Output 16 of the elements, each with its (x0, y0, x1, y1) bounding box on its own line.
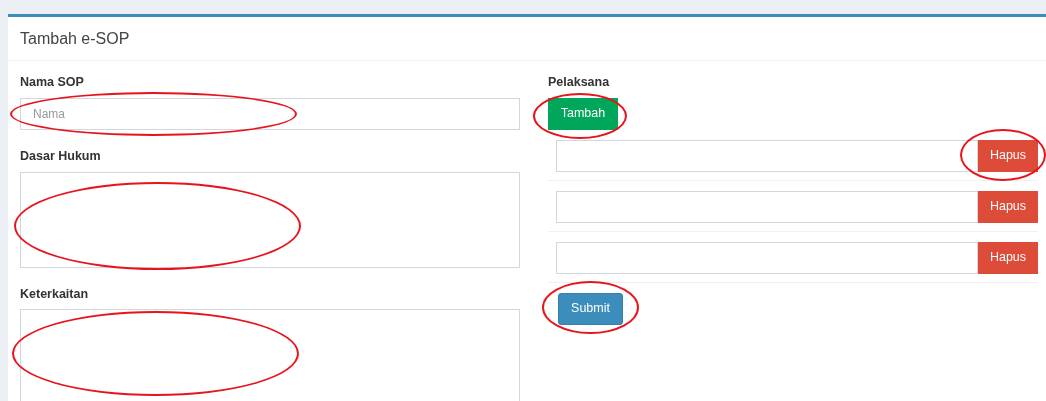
submit-button[interactable]: Submit (558, 292, 623, 325)
field-label: Dasar Hukum (20, 147, 102, 165)
delete-button[interactable]: Hapus (978, 190, 1038, 223)
delete-button[interactable]: Hapus (978, 241, 1038, 274)
legal-basis-textarea[interactable] (20, 171, 520, 268)
executor-input[interactable] (556, 139, 978, 172)
add-button[interactable]: Tambah (548, 97, 618, 130)
executor-input[interactable] (556, 190, 978, 223)
field-label: Pelaksana (548, 74, 611, 91)
executor-input[interactable] (556, 241, 978, 274)
field-label: Nama SOP (20, 74, 85, 91)
field-label: Keterkaitan (20, 285, 90, 303)
panel-title: Tambah e-SOP (20, 28, 130, 49)
delete-button[interactable]: Hapus (978, 139, 1038, 172)
relation-textarea[interactable] (20, 309, 520, 401)
name-input[interactable]: Nama (20, 97, 520, 130)
